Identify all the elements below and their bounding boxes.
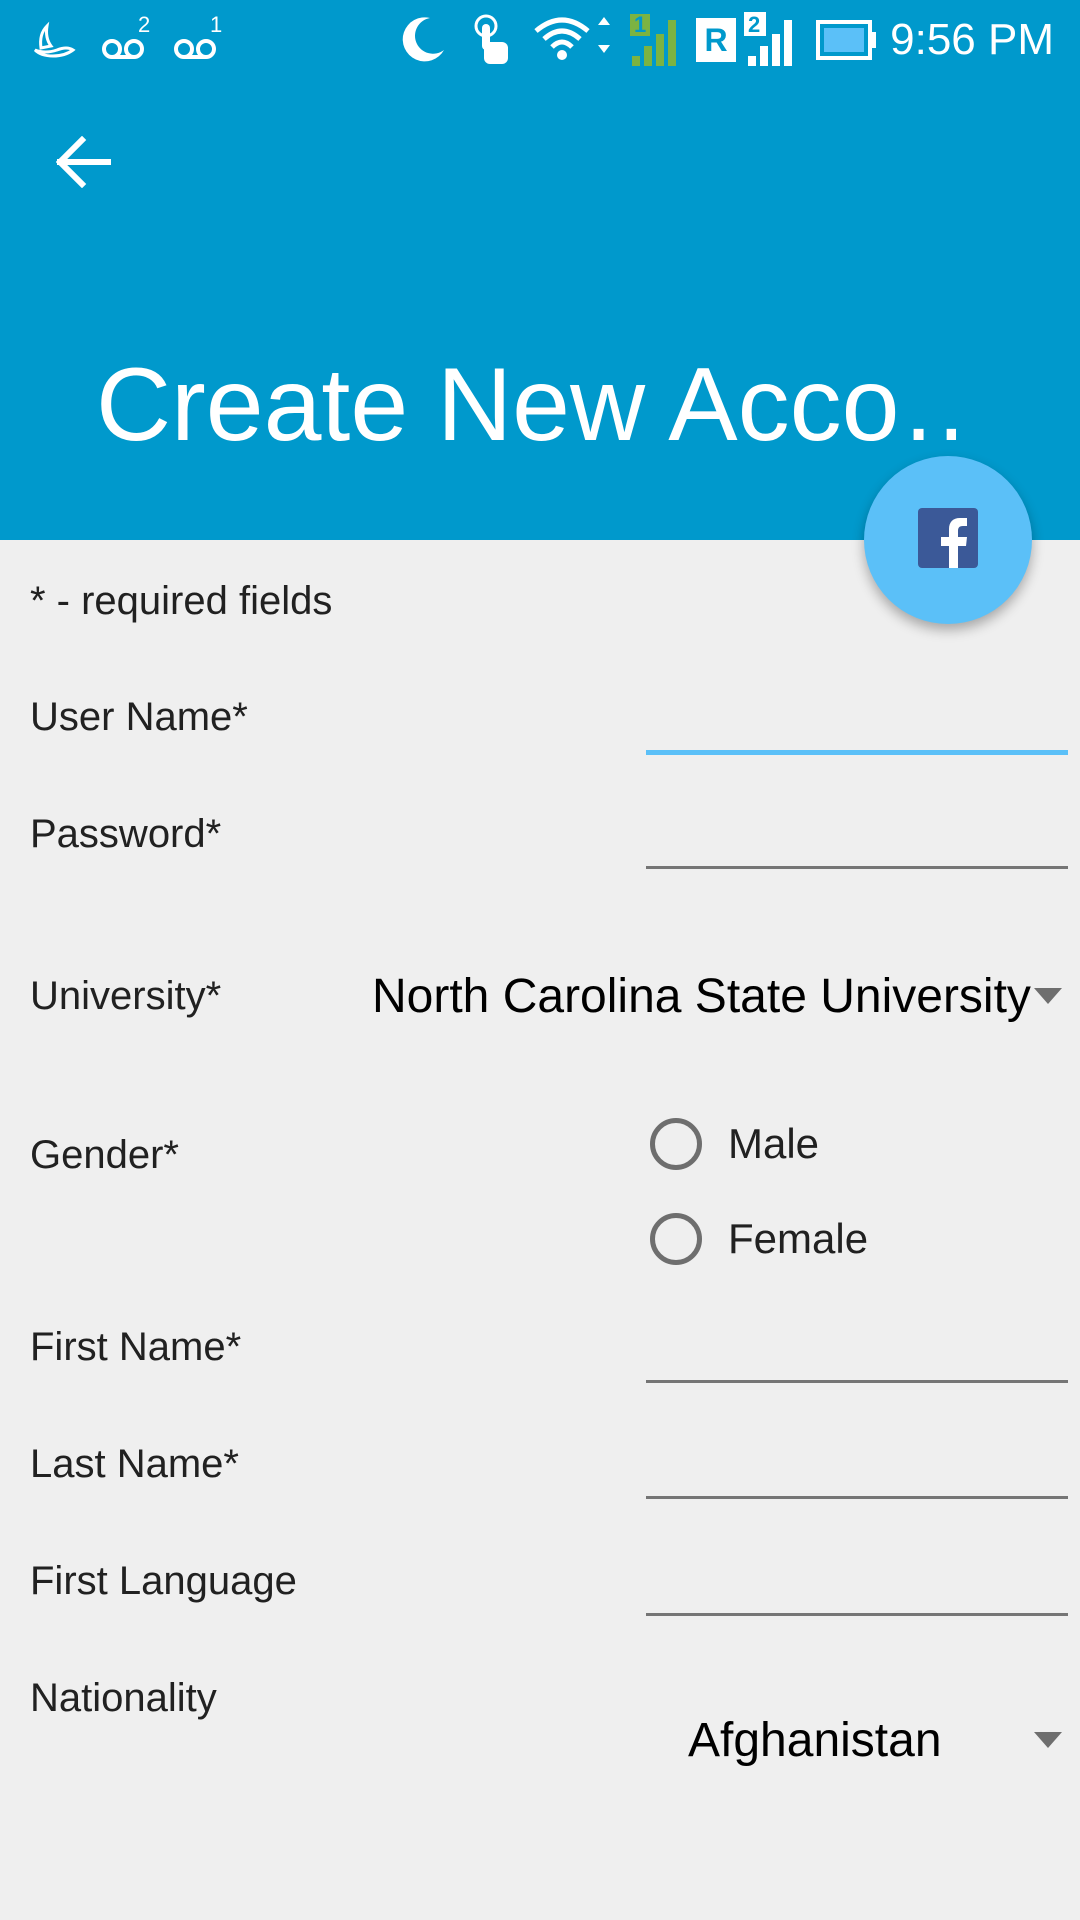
voicemail-icon: 1 <box>172 12 228 68</box>
radio-button-icon[interactable] <box>650 1118 702 1170</box>
voicemail-count: 2 <box>138 12 151 37</box>
first-name-label: First Name* <box>30 1325 242 1369</box>
gender-label: Gender* <box>30 1133 179 1177</box>
wifi-icon <box>532 12 612 68</box>
university-label: University* <box>30 974 222 1018</box>
voicemail-icon: 2 <box>100 12 156 68</box>
dropdown-arrow-icon <box>1034 1732 1062 1748</box>
first-language-label: First Language <box>30 1559 297 1603</box>
signal-sim2-icon: 2 <box>744 12 802 68</box>
facebook-login-button[interactable] <box>864 456 1032 624</box>
facebook-icon <box>918 507 978 573</box>
required-fields-note: * - required fields <box>30 579 333 623</box>
password-label: Password* <box>30 812 222 856</box>
arrow-back-icon <box>55 135 112 193</box>
radio-button-icon[interactable] <box>650 1213 702 1265</box>
username-input[interactable] <box>646 690 1068 750</box>
gender-option-male: Male <box>728 1120 820 1167</box>
moon-icon <box>394 12 450 68</box>
first-name-input[interactable] <box>646 1320 1068 1380</box>
first-name-field[interactable] <box>646 1320 1068 1383</box>
last-name-input[interactable] <box>646 1436 1068 1496</box>
signal-sim1-icon: 1 <box>628 12 688 68</box>
status-bar: 2 1 1 R 2 9:56 PM <box>0 0 1080 80</box>
password-field[interactable] <box>646 806 1068 869</box>
username-field[interactable] <box>646 690 1068 755</box>
password-input[interactable] <box>646 806 1068 866</box>
status-time: 9:56 PM <box>890 15 1054 64</box>
sim1-label: 1 <box>634 12 647 37</box>
first-language-input[interactable] <box>646 1553 1068 1613</box>
gender-radio-male[interactable]: Male <box>650 1112 819 1176</box>
bird-notification-icon <box>28 12 80 68</box>
university-value: North Carolina State University <box>372 969 1031 1023</box>
battery-icon <box>816 12 878 68</box>
nationality-label: Nationality <box>30 1676 217 1720</box>
username-label: User Name* <box>30 695 248 739</box>
app-header: 2 1 1 R 2 9:56 PM Create New Acco… <box>0 0 1080 540</box>
gender-option-female: Female <box>728 1215 869 1262</box>
sim2-label: 2 <box>748 12 761 37</box>
page-title: Create New Acco… <box>96 347 956 463</box>
last-name-label: Last Name* <box>30 1442 239 1486</box>
back-button[interactable] <box>40 120 128 208</box>
roaming-icon: R <box>694 12 738 68</box>
university-dropdown[interactable]: North Carolina State University <box>372 964 1072 1028</box>
first-language-field[interactable] <box>646 1553 1068 1616</box>
nationality-dropdown[interactable]: Afghanistan <box>688 1708 1072 1772</box>
gender-radio-female[interactable]: Female <box>650 1207 868 1271</box>
nationality-value: Afghanistan <box>688 1713 942 1767</box>
last-name-field[interactable] <box>646 1436 1068 1499</box>
roaming-label: R <box>696 18 736 62</box>
touch-icon <box>468 12 516 68</box>
voicemail-count: 1 <box>210 12 223 37</box>
dropdown-arrow-icon <box>1034 988 1062 1004</box>
